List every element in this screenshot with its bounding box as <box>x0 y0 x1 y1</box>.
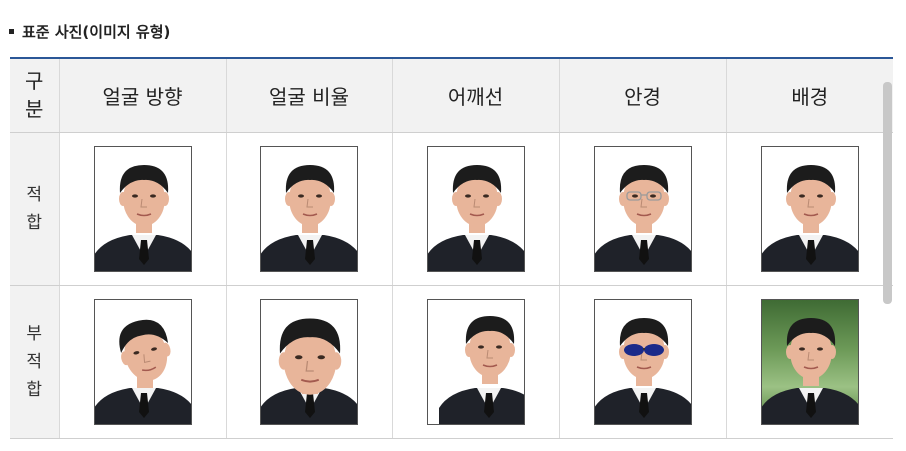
portrait-photo <box>93 145 192 272</box>
portrait-photo <box>93 298 192 425</box>
header-glasses: 안경 <box>558 58 726 133</box>
portrait-photo <box>593 298 692 425</box>
table-header-row: 구분 얼굴 방향 얼굴 비율 어깨선 안경 배경 <box>10 58 893 133</box>
header-background: 배경 <box>725 58 893 133</box>
portrait-photo <box>426 145 525 272</box>
portrait-photo <box>760 145 859 272</box>
cell-unsuitable-shoulder <box>391 285 559 439</box>
cell-suitable-face-ratio <box>225 132 392 286</box>
header-face-direction: 얼굴 방향 <box>58 58 226 133</box>
cell-unsuitable-background <box>725 285 893 439</box>
section-title: 표준 사진(이미지 유형) <box>22 22 171 41</box>
header-shoulder-line: 어깨선 <box>391 58 559 133</box>
portrait-photo <box>760 298 859 425</box>
cell-unsuitable-face-ratio <box>225 285 392 439</box>
section-heading: 표준 사진(이미지 유형) <box>9 20 170 42</box>
table-row-suitable: 적합 <box>10 132 893 286</box>
photo-standards-table: 구분 얼굴 방향 얼굴 비율 어깨선 안경 배경 적합 부적합 <box>10 57 893 439</box>
cell-unsuitable-face-direction <box>58 285 226 439</box>
vertical-scrollbar[interactable] <box>883 82 892 304</box>
row-label-unsuitable: 부적합 <box>10 285 59 439</box>
bullet-square-icon <box>9 28 14 34</box>
table-row-unsuitable: 부적합 <box>10 285 893 439</box>
cell-suitable-background <box>725 132 893 286</box>
cell-unsuitable-glasses <box>558 285 726 439</box>
portrait-photo <box>260 298 358 425</box>
portrait-photo <box>426 298 525 425</box>
portrait-photo <box>260 145 358 272</box>
header-category: 구분 <box>10 58 59 133</box>
cell-suitable-glasses <box>558 132 726 286</box>
cell-suitable-face-direction <box>58 132 226 286</box>
row-label-suitable: 적합 <box>10 132 59 286</box>
cell-suitable-shoulder <box>391 132 559 286</box>
portrait-photo <box>593 145 692 272</box>
header-face-ratio: 얼굴 비율 <box>225 58 392 133</box>
